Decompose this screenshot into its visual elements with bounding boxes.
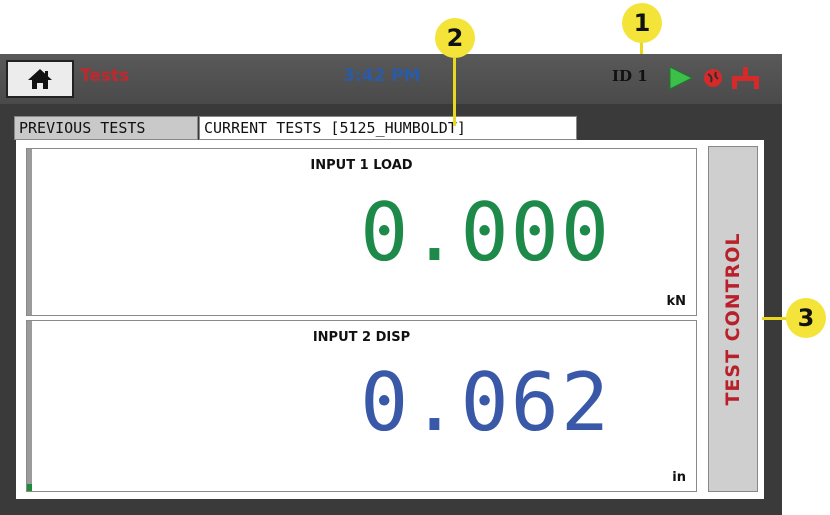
input-2-level-bar <box>27 321 32 491</box>
device-id: ID 1 <box>612 67 648 85</box>
test-control-button[interactable]: TEST CONTROL <box>708 146 758 492</box>
status-icons <box>669 66 759 90</box>
input-1-title: INPUT 1 LOAD <box>310 158 413 173</box>
home-button[interactable] <box>6 60 74 98</box>
input-2-title: INPUT 2 DISP <box>312 330 411 345</box>
callout-3: 3 <box>786 298 826 338</box>
play-icon[interactable] <box>669 66 694 90</box>
callout-1: 1 <box>622 3 662 43</box>
callout-2-leader <box>453 58 456 126</box>
app-title: Tests <box>80 66 130 86</box>
top-bar: Tests 3:42 PM ID 1 <box>0 54 782 104</box>
tab-previous-tests[interactable]: PREVIOUS TESTS <box>14 116 198 140</box>
input-1-level-bar <box>27 149 32 315</box>
input-1-reading: 0.000 <box>360 186 611 279</box>
home-icon <box>28 69 52 89</box>
input-2-reading: 0.062 <box>360 356 611 449</box>
input-2-level-fill <box>27 484 32 491</box>
callout-3-number: 3 <box>797 304 815 332</box>
input-1-panel[interactable]: INPUT 1 LOAD 0.000 kN <box>26 148 697 316</box>
callout-2-number: 2 <box>446 24 464 52</box>
callout-2: 2 <box>435 18 475 58</box>
input-1-unit: kN <box>666 294 686 309</box>
tab-current-tests[interactable]: CURRENT TESTS [5125_HUMBOLDT] <box>199 116 577 140</box>
main-content: INPUT 1 LOAD 0.000 kN INPUT 2 DISP 0.062… <box>16 140 764 499</box>
clock: 3:42 PM <box>343 66 421 86</box>
callout-1-number: 1 <box>633 9 651 37</box>
input-2-panel[interactable]: INPUT 2 DISP 0.062 in <box>26 320 697 492</box>
device-screen: Tests 3:42 PM ID 1 PREVIOUS TESTS CURREN… <box>0 54 782 515</box>
network-icon <box>732 67 759 89</box>
globe-icon <box>704 69 722 87</box>
input-2-unit: in <box>672 470 686 485</box>
test-control-label: TEST CONTROL <box>722 232 744 406</box>
